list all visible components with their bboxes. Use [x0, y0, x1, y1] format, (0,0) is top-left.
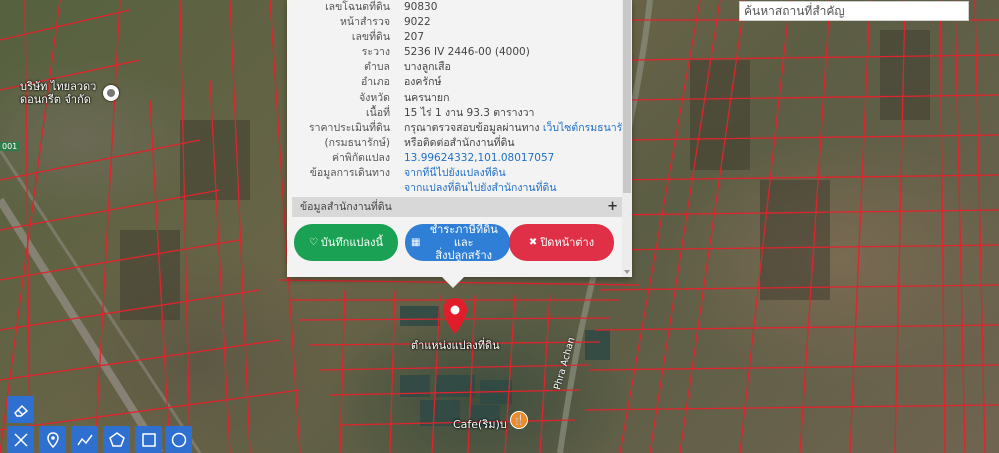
- save-parcel-button[interactable]: ♡ บันทึกแปลงนี้: [294, 224, 398, 261]
- price-text: กรุณาตรวจสอบข้อมูลผ่านทาง: [404, 121, 543, 134]
- travel-links: จากที่นี่ไปยังแปลงที่ดิน จากแปลงที่ดินไป…: [404, 166, 622, 196]
- land-office-section-toggle[interactable]: ข้อมูลสำนักงานที่ดิน +: [292, 197, 622, 217]
- price-value: กรุณาตรวจสอบข้อมูลผ่านทาง เว็บไซต์กรมธนา…: [404, 121, 622, 151]
- route-to-office-link[interactable]: จากแปลงที่ดินไปยังสำนักงานที่ดิน: [404, 181, 622, 196]
- polyline-icon: [76, 434, 93, 445]
- coord-row: ค่าพิกัดแปลง 13.99624332,101.08017057: [287, 151, 622, 166]
- row-label: ตำบล: [364, 61, 390, 74]
- road-number-badge: 001: [0, 142, 20, 151]
- price-label-line-1: ราคาประเมินที่ดิน: [308, 121, 390, 134]
- popup-scrollbar[interactable]: [622, 0, 632, 277]
- pay-land-tax-button[interactable]: ▦ ชำระภาษีที่ดินและ สิ่งปลูกสร้าง: [405, 223, 510, 262]
- price-text-2: หรือติดต่อสำนักงานที่ดิน: [404, 136, 515, 149]
- place-search-input[interactable]: [739, 1, 969, 21]
- rectangle-icon: [141, 432, 156, 447]
- company-location-pin[interactable]: [103, 85, 119, 101]
- row-value: 15 ไร่ 1 งาน 93.3 ตารางวา: [404, 106, 535, 119]
- save-parcel-label: บันทึกแปลงนี้: [320, 236, 384, 249]
- parcel-row: ระวาง 5236 IV 2446-00 (4000): [287, 45, 622, 60]
- row-value: 9022: [404, 16, 431, 29]
- row-value: 5236 IV 2446-00 (4000): [404, 46, 530, 59]
- pin-icon: [46, 431, 59, 448]
- circle-tool-button[interactable]: [165, 426, 192, 453]
- parcel-row: อำเภอ องครักษ์: [287, 75, 622, 90]
- parcel-row: เนื้อที่ 15 ไร่ 1 งาน 93.3 ตารางวา: [287, 106, 622, 121]
- row-label: ระวาง: [361, 46, 390, 59]
- restaurant-icon[interactable]: 🍴: [510, 411, 528, 429]
- parcel-row: เลขที่ดิน 207: [287, 30, 622, 45]
- row-label: อำเภอ: [360, 76, 390, 89]
- company-label-line-1: บริษัท ไทยลวดว: [20, 80, 97, 93]
- eraser-icon: [13, 404, 28, 417]
- price-label-line-2: (กรมธนารักษ์): [324, 136, 390, 149]
- coord-link[interactable]: 13.99624332,101.08017057: [404, 151, 622, 166]
- tax-icon: ▦: [411, 237, 421, 248]
- parcel-location-marker-icon[interactable]: [443, 298, 467, 334]
- row-label: จังหวัด: [359, 91, 390, 104]
- parcel-row: เลขโฉนดที่ดิน 90830: [287, 0, 622, 15]
- row-value: องครักษ์: [404, 76, 442, 89]
- row-label: เนื้อที่: [366, 106, 390, 119]
- rectangle-tool-button[interactable]: [135, 426, 162, 453]
- parcel-info-popup: เลขโฉนดที่ดิน 90830 หน้าสำรวจ 9022 เลขที…: [287, 0, 632, 288]
- pay-land-tax-label: ชำระภาษีที่ดินและ สิ่งปลูกสร้าง: [423, 223, 504, 262]
- close-window-button[interactable]: ✖ ปิดหน้าต่าง: [509, 224, 614, 261]
- measure-icon: [13, 432, 28, 447]
- row-value: บางลูกเสือ: [404, 61, 451, 74]
- marker-tool-button[interactable]: [39, 426, 66, 453]
- close-window-label: ปิดหน้าต่าง: [540, 236, 595, 249]
- scrollbar-thumb[interactable]: [623, 0, 631, 193]
- row-label: หน้าสำรวจ: [340, 16, 390, 29]
- polygon-icon: [108, 431, 125, 447]
- travel-row: ข้อมูลการเดินทาง จากที่นี่ไปยังแปลงที่ดิ…: [287, 166, 622, 196]
- price-label: ราคาประเมินที่ดิน (กรมธนารักษ์): [287, 121, 404, 151]
- pay-label-line-2: สิ่งปลูกสร้าง: [435, 249, 493, 262]
- row-label: เลขที่ดิน: [351, 31, 390, 44]
- circle-icon: [171, 432, 186, 447]
- polyline-tool-button[interactable]: [71, 426, 98, 453]
- price-row: ราคาประเมินที่ดิน (กรมธนารักษ์) กรุณาตรว…: [287, 121, 622, 151]
- close-icon: ✖: [528, 237, 538, 248]
- pay-label-line-1: ชำระภาษีที่ดินและ: [429, 223, 498, 249]
- row-value: 90830: [404, 1, 438, 13]
- heart-icon: ♡: [308, 237, 318, 248]
- expand-plus-icon[interactable]: +: [607, 197, 618, 217]
- parcel-info-table: เลขโฉนดที่ดิน 90830 หน้าสำรวจ 9022 เลขที…: [287, 0, 622, 196]
- parcel-marker-label: ตำแหน่งแปลงที่ดิน: [411, 339, 500, 352]
- treasury-website-link[interactable]: เว็บไซต์กรมธนารักษ์: [543, 122, 622, 134]
- coord-label: ค่าพิกัดแปลง: [331, 151, 390, 164]
- row-value: นครนายก: [404, 91, 450, 104]
- eraser-tool-button[interactable]: [7, 396, 34, 423]
- row-value: 207: [404, 31, 425, 44]
- polygon-tool-button[interactable]: [103, 426, 130, 453]
- scroll-down-icon[interactable]: [624, 270, 630, 274]
- cafe-label: Cafe(ริม)บ: [453, 418, 507, 431]
- company-label-line-2: ดอนกรีต จำกัด: [20, 93, 91, 106]
- land-office-section-label: ข้อมูลสำนักงานที่ดิน: [300, 201, 392, 213]
- route-to-parcel-link[interactable]: จากที่นี่ไปยังแปลงที่ดิน: [404, 166, 622, 181]
- measure-tool-button[interactable]: [7, 426, 34, 453]
- parcel-row: จังหวัด นครนายก: [287, 91, 622, 106]
- parcel-row: ตำบล บางลูกเสือ: [287, 60, 622, 75]
- row-label: เลขโฉนดที่ดิน: [325, 1, 390, 13]
- company-map-label: บริษัท ไทยลวดว ดอนกรีต จำกัด: [20, 80, 96, 106]
- parcel-row: หน้าสำรวจ 9022: [287, 15, 622, 30]
- travel-label: ข้อมูลการเดินทาง: [309, 167, 390, 180]
